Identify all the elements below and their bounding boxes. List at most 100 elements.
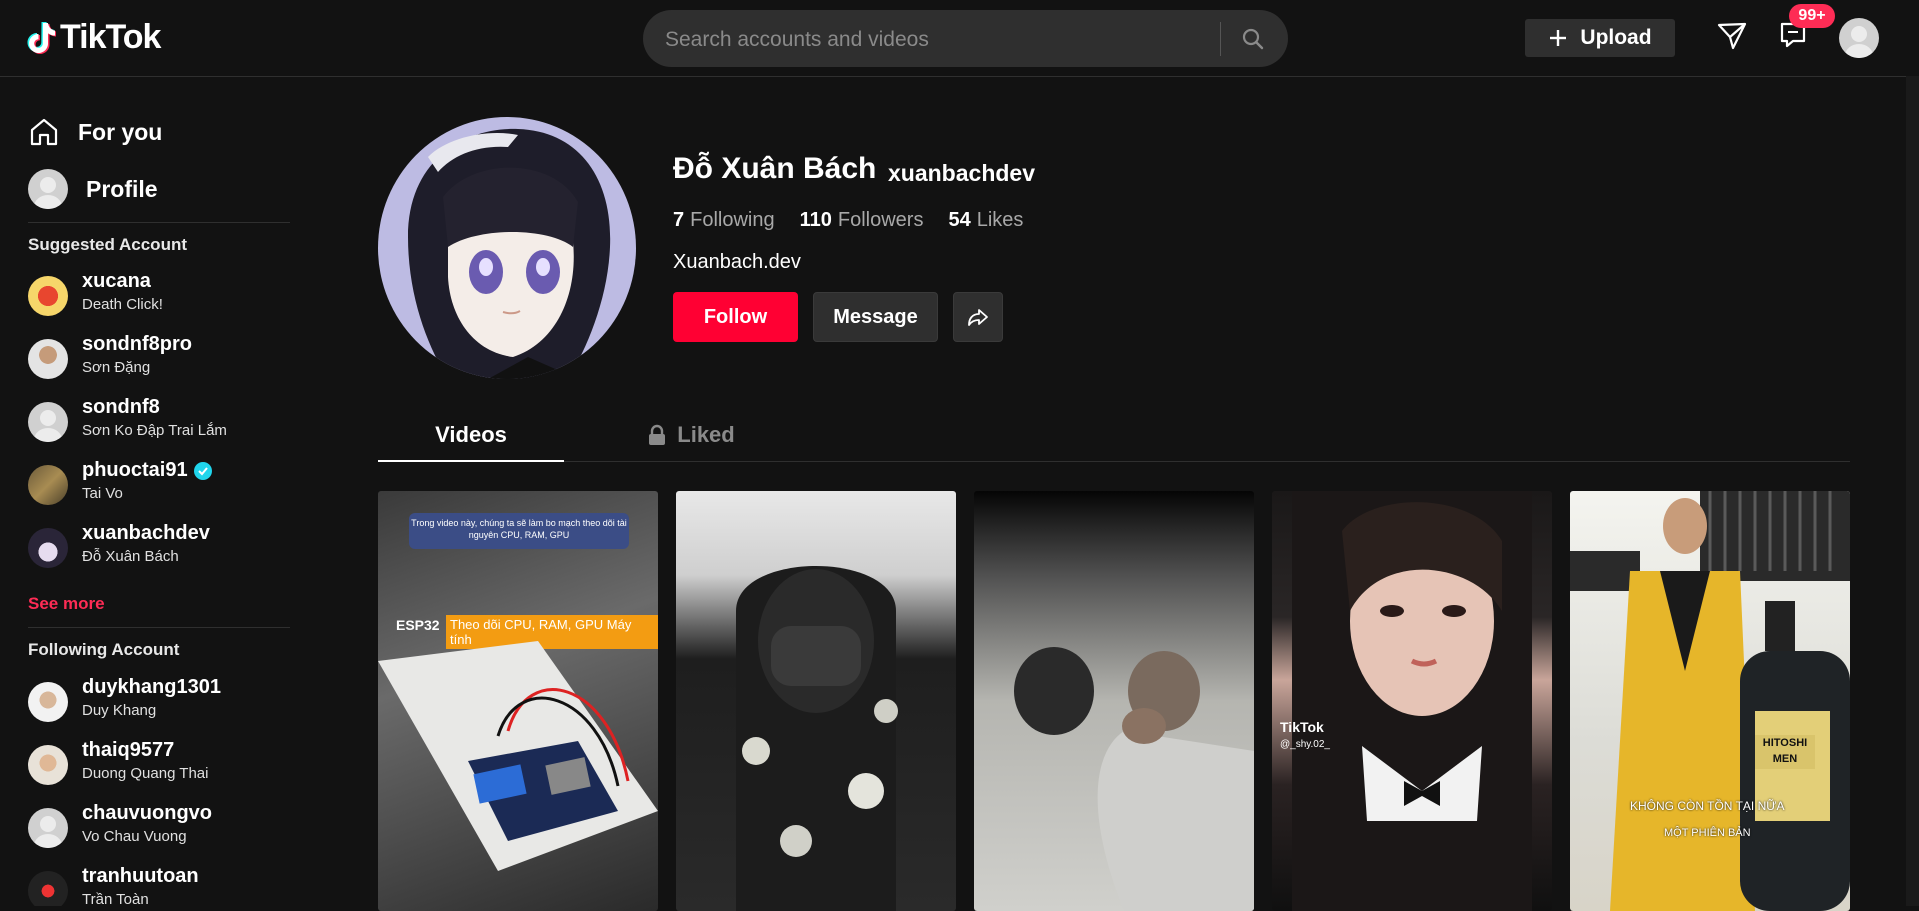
logo-text: TikTok — [60, 18, 161, 56]
nav-profile[interactable]: Profile — [28, 169, 158, 209]
account-username: thaiq9577 — [82, 739, 174, 762]
account-username: phuoctai91 — [82, 459, 212, 482]
avatar — [28, 339, 68, 379]
following-account[interactable]: chauvuongvo Vo Chau Vuong — [28, 800, 290, 856]
video-thumbnail[interactable]: TikTok @_shy.02_ — [1272, 491, 1552, 911]
suggested-account[interactable]: phuoctai91 Tai Vo — [28, 457, 290, 513]
avatar — [28, 682, 68, 722]
profile-handle: xuanbachdev — [888, 160, 1035, 186]
suggested-account[interactable]: xuanbachdev Đỗ Xuân Bách — [28, 520, 290, 576]
following-label: Following — [690, 209, 775, 231]
video-caption: Trong video này, chúng ta sẽ làm bo mạch… — [409, 513, 629, 549]
avatar — [28, 745, 68, 785]
followers-count: 110 — [799, 209, 832, 231]
upload-button[interactable]: Upload — [1525, 19, 1675, 57]
avatar — [28, 169, 68, 209]
divider — [28, 222, 290, 223]
blurry-scene-image — [1014, 647, 1254, 911]
search-input[interactable] — [663, 10, 1227, 69]
account-display-name: Đỗ Xuân Bách — [82, 548, 179, 565]
username-text: tranhuutoan — [82, 865, 199, 887]
profile-tabs: Videos Liked — [378, 410, 1850, 462]
tiktok-note-icon — [27, 21, 56, 54]
search-button[interactable] — [1233, 20, 1273, 57]
message-button[interactable]: Message — [813, 292, 938, 342]
tab-label: Liked — [677, 422, 735, 447]
username-text: thaiq9577 — [82, 739, 175, 761]
username-text: xuanbachdev — [82, 522, 210, 544]
video-username: @_shy.02_ — [1280, 739, 1330, 750]
likes-count: 54 — [948, 209, 971, 231]
avatar — [28, 808, 68, 848]
portrait-image — [1292, 491, 1532, 911]
avatar — [28, 402, 68, 442]
search-icon — [1242, 28, 1264, 49]
followers-label: Followers — [837, 209, 924, 231]
tab-liked[interactable]: Liked — [598, 410, 784, 460]
following-account[interactable]: duykhang1301 Duy Khang — [28, 674, 290, 730]
video-thumbnail[interactable] — [974, 491, 1254, 911]
following-account[interactable]: thaiq9577 Duong Quang Thai — [28, 737, 290, 793]
follow-button[interactable]: Follow — [673, 292, 798, 342]
account-username: tranhuutoan — [82, 865, 199, 888]
nav-label: For you — [78, 118, 163, 145]
username-text: phuoctai91 — [82, 459, 188, 481]
account-username: xucana — [82, 270, 151, 293]
avatar — [28, 528, 68, 568]
tiktok-logo[interactable]: TikTok — [26, 18, 161, 57]
see-more-link[interactable]: See more — [28, 594, 105, 614]
page-scrollbar[interactable] — [1906, 76, 1919, 906]
video-overlay-text: KHÔNG CÒN TỒN TẠI NỮA — [1630, 799, 1785, 813]
following-title: Following Account — [28, 640, 180, 659]
user-avatar[interactable] — [1839, 18, 1879, 58]
username-text: sondnf8 — [82, 396, 160, 418]
account-display-name: Trần Toàn — [82, 891, 149, 906]
account-display-name: Vo Chau Vuong — [82, 828, 187, 845]
nav-for-you[interactable]: For you — [28, 116, 162, 148]
profile-stats: 7 Following 110 Followers 54 Likes — [673, 209, 1023, 232]
account-display-name: Duy Khang — [82, 702, 157, 719]
plus-icon — [1550, 30, 1567, 46]
likes-stat: 54 Likes — [948, 209, 1023, 232]
account-display-name: Duong Quang Thai — [82, 765, 209, 782]
top-bar: TikTok Upload 99+ — [0, 0, 1919, 77]
avatar — [28, 871, 68, 906]
video-overlay-text: MỘT PHIÊN BẢN — [1664, 827, 1751, 839]
account-username: chauvuongvo — [82, 802, 212, 825]
following-stat[interactable]: 7 Following — [673, 209, 775, 232]
profile-display-name: Đỗ Xuân Bách — [673, 152, 877, 185]
account-display-name: Death Click! — [82, 296, 163, 313]
video-thumbnail[interactable] — [676, 491, 956, 911]
suggested-account[interactable]: sondnf8 Sơn Ko Đập Trai Lắm — [28, 394, 290, 450]
suggested-title: Suggested Account — [28, 235, 187, 254]
account-username: sondnf8 — [82, 396, 160, 419]
username-text: duykhang1301 — [82, 676, 221, 698]
followers-stat[interactable]: 110 Followers — [800, 209, 924, 232]
avatar — [28, 276, 68, 316]
account-display-name: Sơn Đặng — [82, 359, 151, 376]
product-brand: HITOSHI MEN — [1755, 735, 1815, 769]
breadboard-image — [378, 641, 658, 871]
video-thumbnail[interactable]: Trong video này, chúng ta sẽ làm bo mạch… — [378, 491, 658, 911]
verified-icon — [193, 461, 212, 480]
following-account[interactable]: tranhuutoan Trần Toàn — [28, 863, 290, 906]
messages-button[interactable] — [1716, 20, 1748, 57]
share-button[interactable] — [953, 292, 1003, 342]
search-divider — [1220, 22, 1221, 56]
send-icon — [1717, 22, 1747, 50]
username-text: sondnf8pro — [82, 333, 192, 355]
account-username: sondnf8pro — [82, 333, 192, 356]
profile-bio: Xuanbach.dev — [673, 251, 801, 273]
suggested-account[interactable]: sondnf8pro Sơn Đặng — [28, 331, 290, 387]
avatar — [28, 465, 68, 505]
likes-label: Likes — [976, 209, 1024, 231]
suggested-account[interactable]: xucana Death Click! — [28, 268, 290, 324]
tab-videos[interactable]: Videos — [378, 410, 564, 462]
sidebar: For you Profile Suggested Account xucana… — [0, 77, 300, 906]
account-username: duykhang1301 — [82, 676, 221, 699]
account-display-name: Sơn Ko Đập Trai Lắm — [82, 422, 227, 439]
nav-label: Profile — [86, 175, 158, 202]
video-thumbnail[interactable]: HITOSHI MEN KHÔNG CÒN TỒN TẠI NỮA MỘT PH… — [1570, 491, 1850, 911]
ad-person-image — [1570, 491, 1850, 911]
hooded-person-image — [736, 566, 898, 911]
